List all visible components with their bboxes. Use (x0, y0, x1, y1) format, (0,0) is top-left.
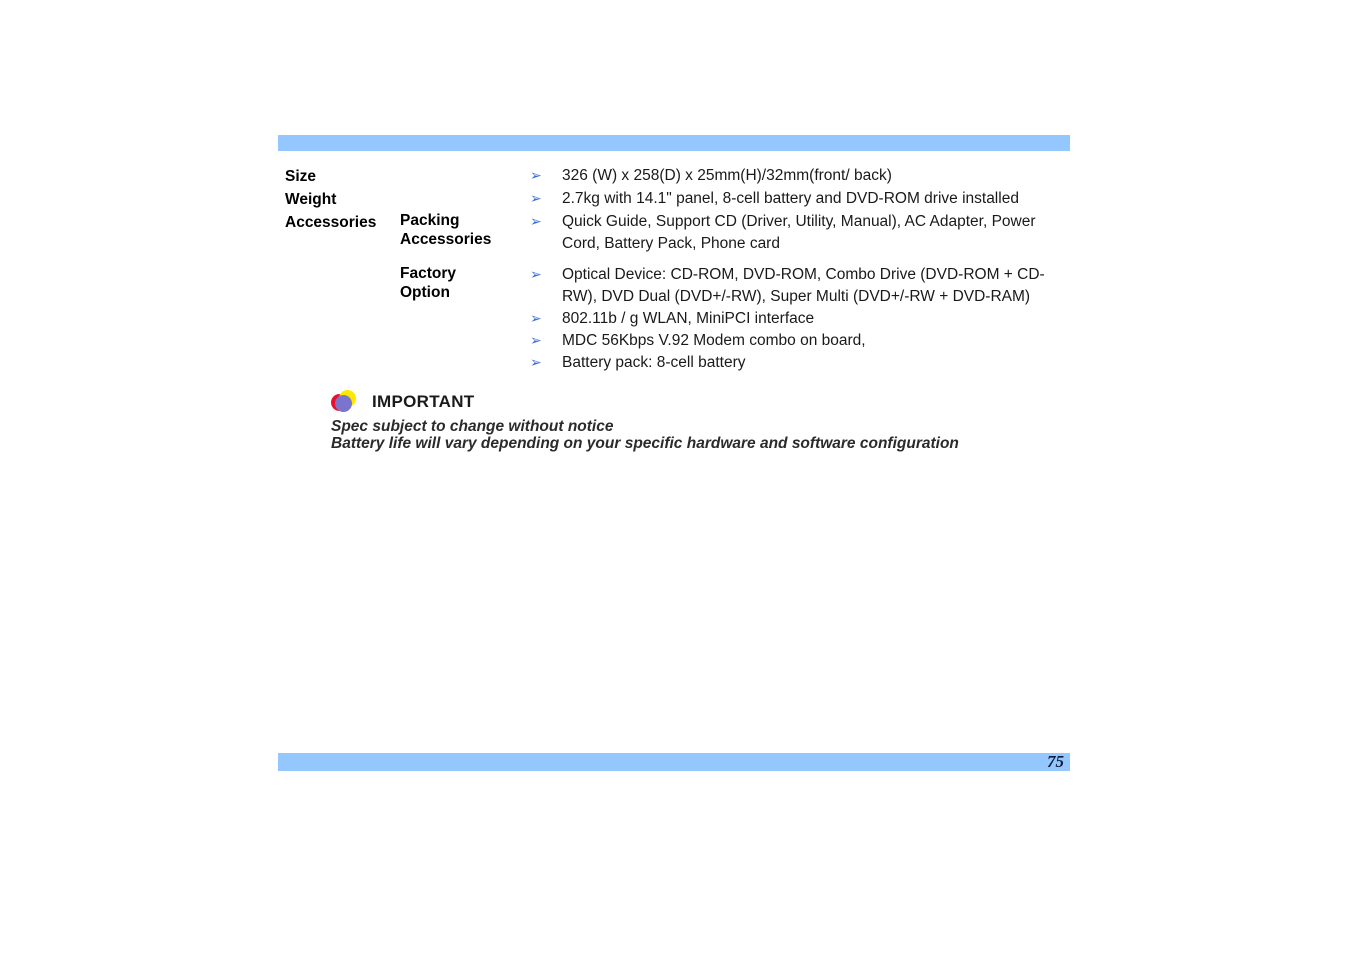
page-number: 75 (1047, 752, 1064, 771)
list-item-text: 802.11b / g WLAN, MiniPCI interface (562, 310, 815, 327)
table-row: Size ➢ 326 (W) x 258(D) x 25mm(H)/32mm(f… (285, 165, 1075, 188)
list-item: ➢ 802.11b / g WLAN, MiniPCI interface (530, 308, 1075, 330)
important-note-line: Spec subject to change without notice (331, 418, 614, 435)
specification-table: Size ➢ 326 (W) x 258(D) x 25mm(H)/32mm(f… (285, 165, 1075, 374)
document-page: Size ➢ 326 (W) x 258(D) x 25mm(H)/32mm(f… (0, 0, 1351, 954)
list-item-text: Quick Guide, Support CD (Driver, Utility… (562, 213, 1036, 252)
row-label: Accessories (285, 214, 377, 231)
icon-circle-purple (335, 395, 352, 412)
arrow-bullet-icon: ➢ (530, 191, 542, 207)
footer-rule: 75 (278, 753, 1070, 771)
row-label: Weight (285, 191, 337, 208)
important-note-body: Spec subject to change without notice Ba… (331, 418, 1031, 452)
arrow-bullet-icon: ➢ (530, 267, 542, 283)
row-sublabel-line: Packing (400, 212, 460, 229)
row-values: ➢ 326 (W) x 258(D) x 25mm(H)/32mm(front/… (530, 165, 1075, 187)
list-item-text: Optical Device: CD-ROM, DVD-ROM, Combo D… (562, 266, 1045, 305)
list-item: ➢ Battery pack: 8-cell battery (530, 352, 1075, 374)
important-note-line: Battery life will vary depending on your… (331, 435, 959, 452)
list-item-text: 326 (W) x 258(D) x 25mm(H)/32mm(front/ b… (562, 167, 892, 184)
arrow-bullet-icon: ➢ (530, 214, 542, 230)
table-row: Accessories Packing Accessories ➢ Quick … (285, 211, 1075, 255)
row-sublabel-line: Factory (400, 265, 456, 282)
row-sublabel-line: Option (400, 284, 450, 301)
table-row: Factory Option ➢ Optical Device: CD-ROM,… (285, 264, 1075, 374)
list-item: ➢ MDC 56Kbps V.92 Modem combo on board, (530, 330, 1075, 352)
arrow-bullet-icon: ➢ (530, 168, 542, 184)
list-item: ➢ 326 (W) x 258(D) x 25mm(H)/32mm(front/… (530, 165, 1075, 187)
important-note-header: IMPORTANT (331, 390, 1031, 414)
row-values: ➢ 2.7kg with 14.1" panel, 8-cell battery… (530, 188, 1075, 210)
arrow-bullet-icon: ➢ (530, 355, 542, 371)
row-sublabel-line: Accessories (400, 231, 492, 248)
list-item-text: MDC 56Kbps V.92 Modem combo on board, (562, 332, 866, 349)
list-item: ➢ 2.7kg with 14.1" panel, 8-cell battery… (530, 188, 1075, 210)
arrow-bullet-icon: ➢ (530, 311, 542, 327)
important-circles-icon (331, 390, 359, 414)
row-values: ➢ Optical Device: CD-ROM, DVD-ROM, Combo… (530, 264, 1075, 374)
list-item: ➢ Quick Guide, Support CD (Driver, Utili… (530, 211, 1075, 255)
important-note: IMPORTANT Spec subject to change without… (331, 390, 1031, 452)
list-item-text: 2.7kg with 14.1" panel, 8-cell battery a… (562, 190, 1019, 207)
list-item-text: Battery pack: 8-cell battery (562, 354, 746, 371)
table-row: Weight ➢ 2.7kg with 14.1" panel, 8-cell … (285, 188, 1075, 211)
row-values: ➢ Quick Guide, Support CD (Driver, Utili… (530, 211, 1075, 255)
row-spacer (285, 255, 1075, 264)
row-sublabel: Factory Option (400, 264, 530, 302)
row-label: Size (285, 168, 317, 185)
list-item: ➢ Optical Device: CD-ROM, DVD-ROM, Combo… (530, 264, 1075, 308)
header-rule (278, 135, 1070, 151)
important-note-title: IMPORTANT (372, 392, 475, 411)
arrow-bullet-icon: ➢ (530, 333, 542, 349)
row-sublabel: Packing Accessories (400, 211, 530, 249)
